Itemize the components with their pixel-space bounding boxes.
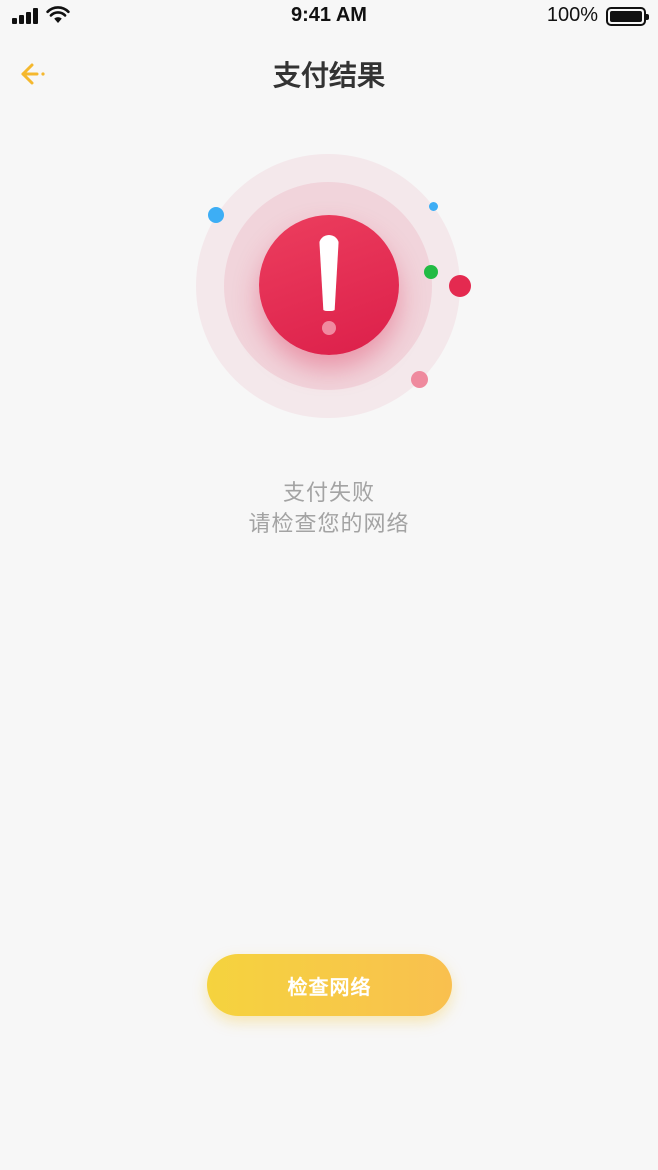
payment-result-screen: 9:41 AM 100% 支付结果 支付失败 请检查您的网络 检查网络 xyxy=(0,0,658,1170)
result-message: 支付失败 请检查您的网络 xyxy=(0,478,658,540)
result-hint-text: 请检查您的网络 xyxy=(248,512,410,537)
payment-failed-illustration xyxy=(190,148,480,428)
check-network-label: 检查网络 xyxy=(287,974,372,999)
exclamation-bar xyxy=(319,235,339,311)
decor-dot-red xyxy=(449,275,471,297)
battery-percent: 100% xyxy=(546,4,598,26)
exclamation-dot xyxy=(322,321,336,335)
decor-dot-blue-small xyxy=(429,202,438,211)
decor-dot-green xyxy=(424,265,438,279)
nav-bar: 支付结果 xyxy=(0,44,658,104)
battery-icon xyxy=(606,7,649,26)
decor-dot-blue-large xyxy=(208,207,224,223)
page-title: 支付结果 xyxy=(272,59,385,92)
check-network-button[interactable]: 检查网络 xyxy=(207,954,452,1016)
exclamation-alert-icon xyxy=(259,215,399,355)
result-status-text: 支付失败 xyxy=(282,481,375,506)
decor-dot-pink xyxy=(411,371,428,388)
status-bar: 9:41 AM 100% xyxy=(0,0,658,34)
